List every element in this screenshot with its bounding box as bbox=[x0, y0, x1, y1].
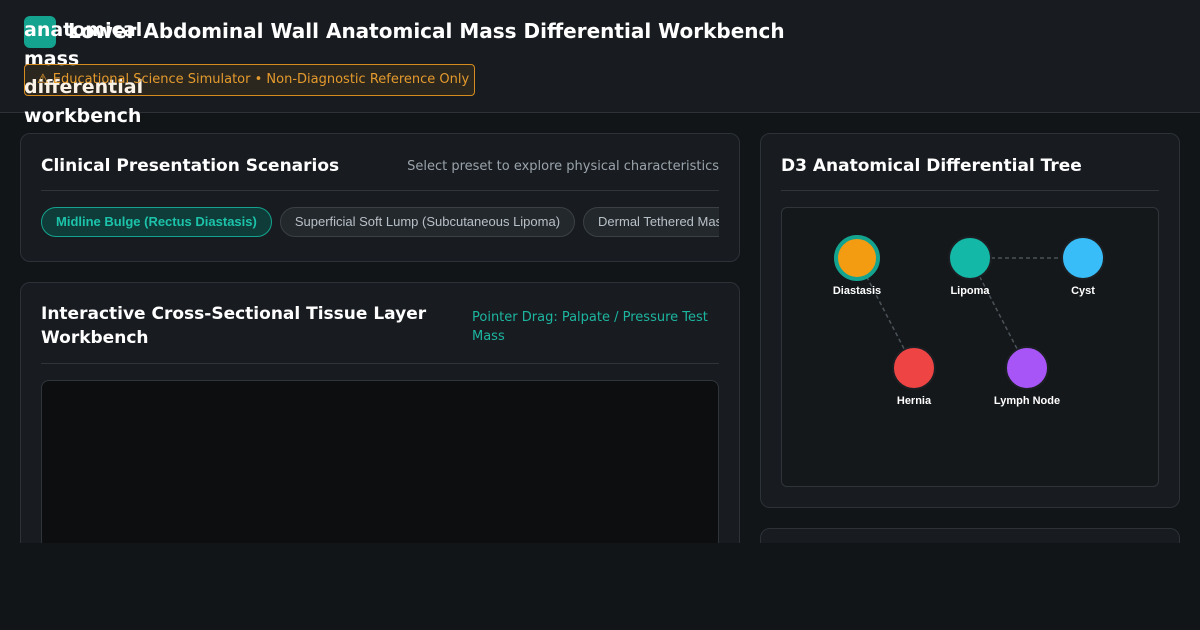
tree-node-lipoma[interactable]: Lipoma bbox=[948, 236, 992, 297]
preset-chip[interactable]: Midline Bulge (Rectus Diastasis) bbox=[41, 207, 272, 237]
page-title: Lower Abdominal Wall Anatomical Mass Dif… bbox=[68, 19, 785, 43]
tree-node-label: Lymph Node bbox=[994, 395, 1060, 407]
tree-node-cyst[interactable]: Cyst bbox=[1061, 236, 1105, 297]
app-header: anatomical mass differential workbench L… bbox=[0, 0, 1200, 127]
tree-node-label: Hernia bbox=[897, 395, 932, 407]
tree-node-label: Cyst bbox=[1071, 285, 1095, 297]
scenarios-subtitle: Select preset to explore physical charac… bbox=[407, 159, 719, 174]
tree-node-diastasis[interactable]: Diastasis bbox=[833, 235, 881, 297]
app-viewport: anatomical mass differential workbench L… bbox=[0, 0, 1200, 543]
tree-node-hernia[interactable]: Hernia bbox=[892, 346, 936, 407]
tree-node-circle[interactable] bbox=[948, 236, 992, 280]
preset-chip[interactable]: Dermal Tethered Mass bbox=[583, 207, 719, 237]
tree-node-lymph[interactable]: Lymph Node bbox=[994, 346, 1060, 407]
tree-node-label: Diastasis bbox=[833, 285, 881, 297]
differential-tree-card: D3 Anatomical Differential Tree Diastasi… bbox=[760, 133, 1180, 508]
tree-node-circle[interactable] bbox=[834, 235, 880, 281]
disclaimer-badge: ⚠ Educational Science Simulator • Non-Di… bbox=[24, 64, 475, 96]
preset-chip-row: Midline Bulge (Rectus Diastasis) Superfic… bbox=[41, 207, 719, 239]
differential-tree-canvas: Diastasis Lipoma Cyst Hernia Lymph Node bbox=[781, 207, 1159, 487]
tree-node-circle[interactable] bbox=[1061, 236, 1105, 280]
workbench-card: Interactive Cross-Sectional Tissue Layer… bbox=[20, 282, 740, 543]
differential-tree-svg: Diastasis Lipoma Cyst Hernia Lymph Node bbox=[833, 235, 1105, 407]
tree-node-label: Lipoma bbox=[950, 285, 990, 297]
scenarios-title: Clinical Presentation Scenarios bbox=[41, 156, 340, 176]
divider bbox=[781, 190, 1159, 191]
workbench-hint: Pointer Drag: Palpate / Pressure Test Ma… bbox=[472, 310, 708, 344]
tree-node-circle[interactable] bbox=[1005, 346, 1049, 390]
workbench-title: Interactive Cross-Sectional Tissue Layer… bbox=[41, 304, 427, 348]
divider bbox=[41, 190, 719, 191]
tree-title: D3 Anatomical Differential Tree bbox=[781, 156, 1082, 176]
divider bbox=[41, 363, 719, 364]
secondary-card bbox=[760, 528, 1180, 543]
tree-node-circle[interactable] bbox=[892, 346, 936, 390]
preset-chip[interactable]: Superficial Soft Lump (Subcutaneous Lipo… bbox=[279, 207, 576, 237]
tissue-cross-section-canvas[interactable] bbox=[41, 380, 719, 543]
scenarios-card: Clinical Presentation Scenarios Select p… bbox=[20, 133, 740, 262]
